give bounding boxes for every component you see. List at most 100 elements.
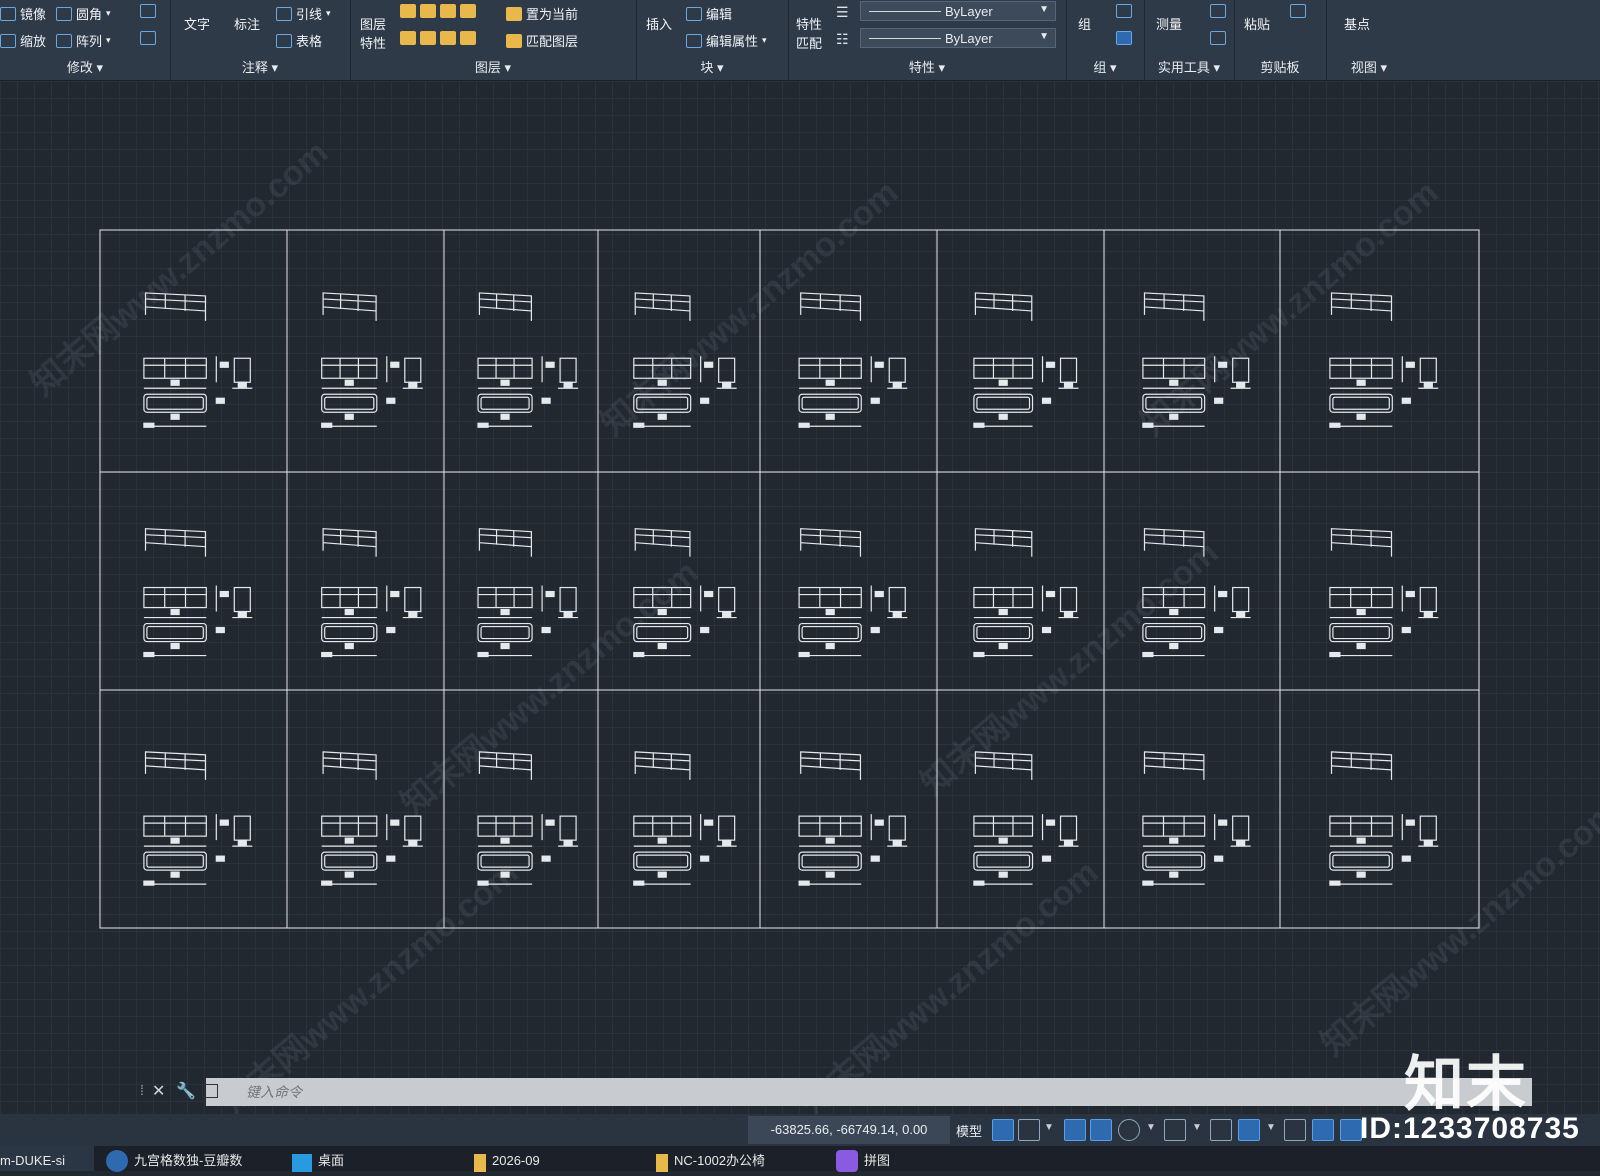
group-edit-icon[interactable] <box>1116 4 1132 18</box>
grid-toggle-icon[interactable] <box>992 1119 1014 1141</box>
chevron-down-icon[interactable]: ▼ <box>1266 1122 1276 1133</box>
cad-drawing[interactable] <box>0 81 1600 1121</box>
label-tag <box>237 381 247 388</box>
furniture-block[interactable] <box>973 528 1079 658</box>
cabinet-shelf <box>479 306 532 312</box>
cabinet-plan-inner <box>146 396 204 410</box>
model-tab[interactable]: 模型 <box>956 1121 982 1140</box>
taskbar-item[interactable]: 拼图 <box>836 1146 890 1172</box>
infer-constraints-icon[interactable] <box>1064 1119 1086 1141</box>
furniture-block[interactable] <box>1329 292 1439 428</box>
furniture-block[interactable] <box>321 292 423 428</box>
layer-properties-button[interactable]: 图层 特性 <box>360 14 386 52</box>
copy-icon[interactable] <box>1290 4 1306 18</box>
object-snap-tracking-icon[interactable] <box>1210 1119 1232 1141</box>
object-snap-icon[interactable] <box>1238 1119 1260 1141</box>
furniture-block[interactable] <box>477 528 579 658</box>
taskbar-item[interactable]: 2026-09 <box>474 1146 540 1172</box>
text-button[interactable]: 文字 <box>184 14 210 33</box>
furniture-block[interactable] <box>633 751 737 886</box>
panel-title-view[interactable]: 视图 ▾ <box>1326 57 1412 76</box>
measure-button[interactable]: 测量 <box>1156 14 1182 33</box>
command-input[interactable] <box>206 1078 1532 1106</box>
drawing-canvas[interactable]: 知末网www.znzmo.com 知末网www.znzmo.com 知末网www… <box>0 81 1600 1123</box>
array-button[interactable]: 阵列 ▾ <box>56 31 111 50</box>
furniture-block[interactable] <box>633 292 737 428</box>
label-tag <box>1405 361 1415 368</box>
cabinet-shelf <box>1331 306 1392 312</box>
furniture-block[interactable] <box>798 292 908 428</box>
polar-tracking-icon[interactable] <box>1118 1119 1140 1141</box>
match-layer-button[interactable]: 匹配图层 <box>506 31 578 50</box>
layer-tools-row1[interactable] <box>400 4 476 18</box>
mirror-button[interactable]: 镜像 <box>0 4 46 23</box>
label-tag <box>825 642 835 650</box>
base-point-button[interactable]: 基点 <box>1344 14 1370 33</box>
linetype-select[interactable]: ByLayer ▼ <box>860 28 1056 48</box>
panel-title-block[interactable]: 块 ▾ <box>636 57 788 76</box>
layer-tools-row2[interactable] <box>400 31 476 45</box>
furniture-block[interactable] <box>143 528 253 658</box>
edit-attributes-button[interactable]: 编辑属性 ▾ <box>686 31 767 50</box>
lineweight-toggle-icon[interactable] <box>1284 1119 1306 1141</box>
select-icon[interactable] <box>1210 4 1226 18</box>
annotation-visibility-icon[interactable] <box>1340 1119 1362 1141</box>
selection-cycling-icon[interactable] <box>1312 1119 1334 1141</box>
furniture-block[interactable] <box>143 751 253 886</box>
fillet-button[interactable]: 圆角 ▾ <box>56 4 111 23</box>
taskbar-item[interactable]: 桌面 <box>292 1146 344 1172</box>
chevron-down-icon[interactable]: ▼ <box>1146 1122 1156 1133</box>
taskbar-item[interactable]: m-DUKE-si <box>0 1146 94 1171</box>
calculator-icon[interactable] <box>1210 31 1226 45</box>
panel-title-properties[interactable]: 特性 ▾ <box>788 57 1066 76</box>
table-button[interactable]: 表格 <box>276 31 322 50</box>
wrench-icon[interactable]: 🔧 <box>176 1081 196 1101</box>
group-select-icon[interactable] <box>1116 31 1132 45</box>
furniture-block[interactable] <box>143 292 253 428</box>
leader-button[interactable]: 引线 ▾ <box>276 4 331 23</box>
offset-button[interactable] <box>140 31 156 45</box>
furniture-block[interactable] <box>1142 751 1251 886</box>
match-properties-button[interactable]: 特性 匹配 <box>796 14 822 52</box>
furniture-block[interactable] <box>1142 292 1251 428</box>
copy-3d-button[interactable] <box>140 4 156 18</box>
ortho-toggle-icon[interactable] <box>1090 1119 1112 1141</box>
panel-title-layers[interactable]: 图层 ▾ <box>350 57 636 76</box>
furniture-block[interactable] <box>973 751 1079 886</box>
panel-title-modify[interactable]: 修改 ▾ <box>0 57 170 76</box>
label-tag <box>1063 610 1074 618</box>
furniture-block[interactable] <box>1142 528 1251 658</box>
furniture-block[interactable] <box>477 292 579 428</box>
furniture-block[interactable] <box>321 751 423 886</box>
furniture-block[interactable] <box>798 528 908 658</box>
furniture-block[interactable] <box>321 528 423 658</box>
furniture-block[interactable] <box>1329 528 1439 658</box>
command-history-icon[interactable] <box>202 1084 218 1098</box>
group-button[interactable]: 组 <box>1078 14 1091 33</box>
scale-button[interactable]: 缩放 <box>0 31 46 50</box>
cabinet-plan-inner <box>636 625 689 640</box>
set-current-button[interactable]: 置为当前 <box>506 4 578 23</box>
taskbar-item[interactable]: 九宫格数独-豆瓣数 <box>106 1146 242 1172</box>
chevron-down-icon[interactable]: ▼ <box>1044 1122 1054 1133</box>
cabinet-side-elevation <box>1059 586 1078 613</box>
panel-title-utilities[interactable]: 实用工具 ▾ <box>1144 57 1234 76</box>
block-edit-button[interactable]: 编辑 <box>686 4 732 23</box>
close-icon[interactable]: ✕ <box>152 1081 165 1101</box>
snap-toggle-icon[interactable] <box>1018 1119 1040 1141</box>
furniture-block[interactable] <box>798 751 908 886</box>
chevron-down-icon[interactable]: ▼ <box>1192 1122 1202 1133</box>
furniture-block[interactable] <box>477 751 579 886</box>
furniture-block[interactable] <box>1329 751 1439 886</box>
insert-button[interactable]: 插入 <box>646 14 672 33</box>
panel-title-annotation[interactable]: 注释 ▾ <box>170 57 350 76</box>
furniture-block[interactable] <box>973 292 1079 428</box>
paste-button[interactable]: 粘贴 <box>1244 14 1270 33</box>
color-select[interactable]: ByLayer ▼ <box>860 1 1056 21</box>
dimension-button[interactable]: 标注 <box>234 14 260 33</box>
furniture-block[interactable] <box>633 528 737 658</box>
panel-title-groups[interactable]: 组 ▾ <box>1066 57 1144 76</box>
isodraft-icon[interactable] <box>1164 1119 1186 1141</box>
drag-handle-icon[interactable]: ⁞ <box>140 1082 144 1098</box>
taskbar-item[interactable]: NC-1002办公椅 <box>656 1146 765 1172</box>
